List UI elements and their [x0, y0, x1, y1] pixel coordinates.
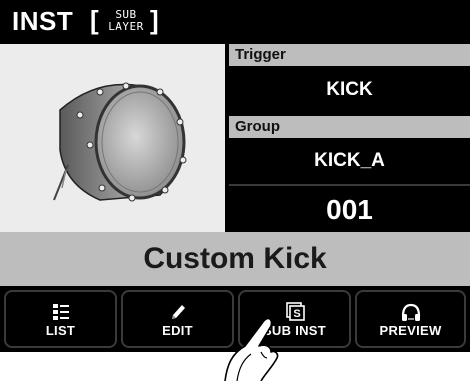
list-button-label: LIST: [45, 323, 76, 338]
list-button[interactable]: LIST: [4, 290, 117, 348]
title-bar: INST [ SUB LAYER ]: [0, 0, 470, 44]
preview-button[interactable]: PREVIEW: [355, 290, 466, 348]
list-icon: [52, 304, 69, 320]
instrument-image-panel: [0, 44, 227, 232]
bracket-close: ]: [150, 5, 159, 35]
page-title: INST: [12, 6, 74, 36]
instrument-screen: INST [ SUB LAYER ] Trigger KICK Group KI…: [0, 0, 470, 381]
headphones-icon: [401, 303, 420, 321]
main-panel: Trigger KICK Group KICK_A 001: [0, 44, 470, 232]
group-label: Group: [229, 116, 470, 138]
group-value[interactable]: KICK_A: [229, 138, 470, 184]
bass-drum-image: [53, 82, 187, 202]
pencil-icon: [171, 305, 185, 319]
bracket-open: [: [90, 5, 99, 35]
sub-layer-indicator: SUB LAYER: [103, 9, 149, 33]
sub-layer-line2: LAYER: [108, 20, 144, 33]
trigger-value[interactable]: KICK: [229, 66, 470, 114]
instrument-name: Custom Kick: [0, 232, 470, 286]
trigger-label: Trigger: [229, 44, 470, 66]
pointing-hand-icon: [224, 317, 279, 381]
preview-button-label: PREVIEW: [379, 323, 442, 338]
instrument-number[interactable]: 001: [229, 184, 470, 232]
